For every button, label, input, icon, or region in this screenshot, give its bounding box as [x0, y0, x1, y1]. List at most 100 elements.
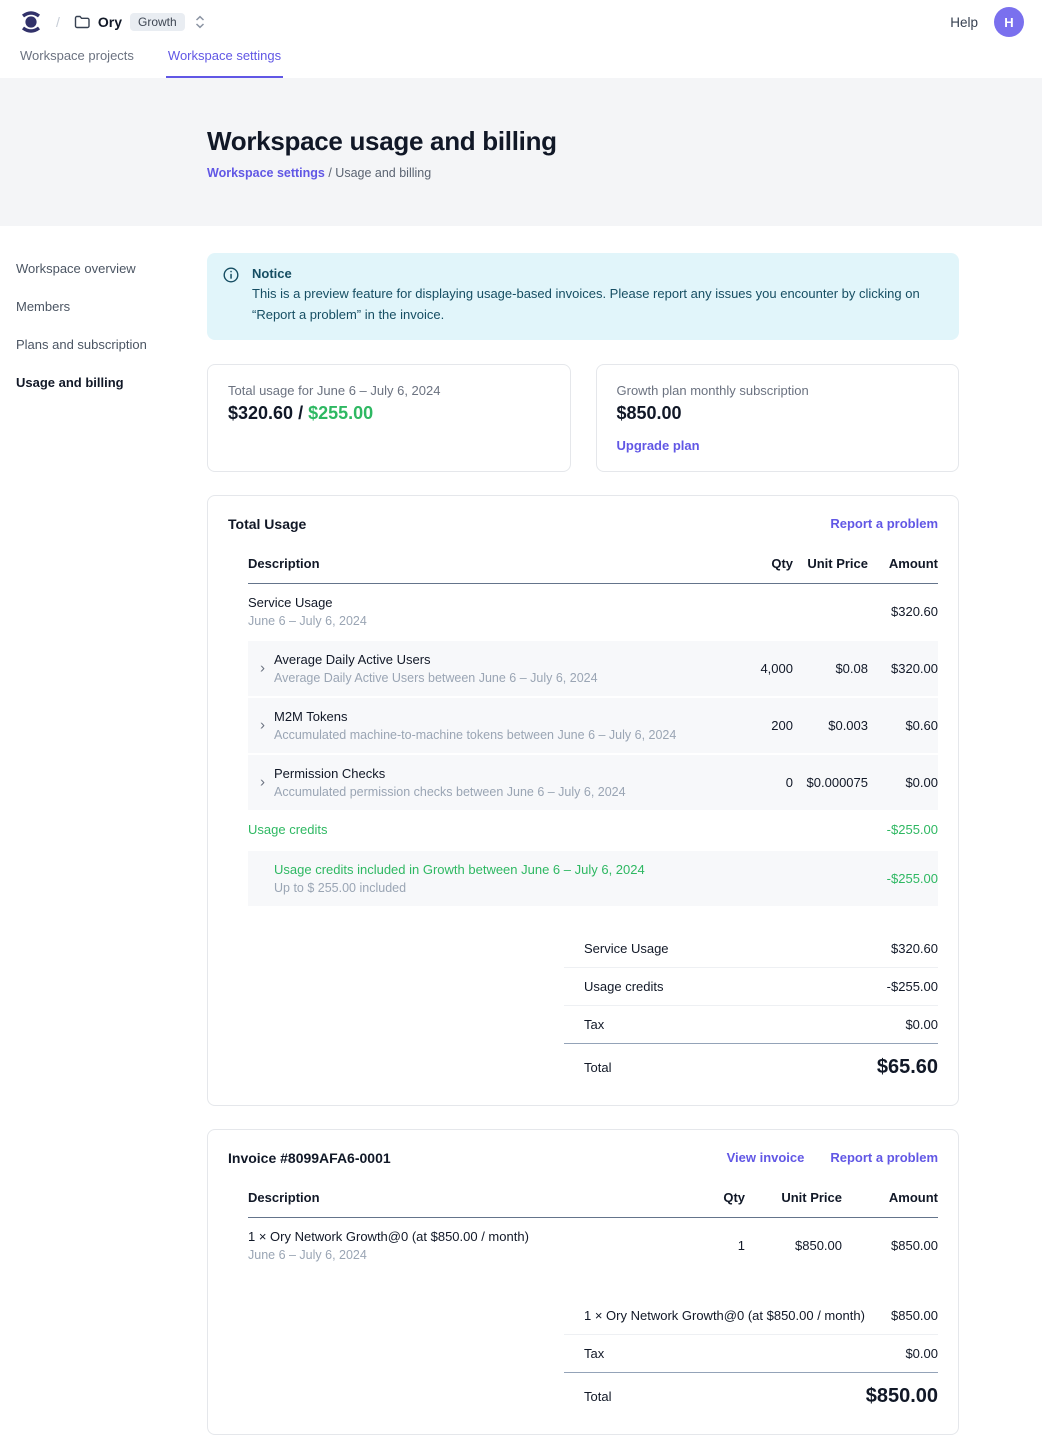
info-icon	[223, 267, 239, 326]
table-row: › M2M Tokens Accumulated machine-to-mach…	[248, 698, 938, 753]
breadcrumb: Workspace settings / Usage and billing	[207, 166, 1042, 180]
summary-label: Usage credits	[584, 979, 663, 994]
main-panel: Notice This is a preview feature for dis…	[207, 226, 959, 1451]
notice-content: Notice This is a preview feature for dis…	[252, 266, 943, 326]
invoice-summary: 1 × Ory Network Growth@0 (at $850.00 / m…	[564, 1297, 938, 1412]
invoice-report-problem-link[interactable]: Report a problem	[830, 1150, 938, 1165]
summary-value: $850.00	[891, 1308, 938, 1323]
table-row: Service Usage June 6 – July 6, 2024 $320…	[248, 584, 938, 639]
row-subtext: Average Daily Active Users between June …	[274, 671, 703, 685]
row-subtext: Accumulated permission checks between Ju…	[274, 785, 703, 799]
summary-cards: Total usage for June 6 – July 6, 2024 $3…	[207, 364, 959, 472]
row-unit-price: $0.003	[793, 718, 868, 733]
page: / Ory Growth Help H Workspace projects W…	[0, 0, 1042, 1451]
summary-total-row: Total $850.00	[564, 1373, 938, 1412]
sidebar-item-members[interactable]: Members	[16, 294, 207, 319]
row-name: 1 × Ory Network Growth@0 (at $850.00 / m…	[248, 1229, 655, 1244]
row-name: Average Daily Active Users	[274, 652, 703, 667]
summary-row: Tax $0.00	[564, 1006, 938, 1044]
breadcrumb-slash: /	[56, 14, 60, 30]
usage-card-header: Total Usage Report a problem	[228, 516, 938, 532]
row-amount: $320.00	[868, 661, 938, 676]
total-usage-card: Total usage for June 6 – July 6, 2024 $3…	[207, 364, 571, 472]
plan-badge: Growth	[130, 13, 185, 31]
col-amount: Amount	[868, 556, 938, 571]
col-description: Description	[248, 556, 703, 571]
col-amount: Amount	[842, 1190, 938, 1205]
total-usage-table-card: Total Usage Report a problem Description…	[207, 495, 959, 1106]
row-name: Service Usage	[248, 595, 703, 610]
usage-credit-amount: $255.00	[308, 403, 373, 423]
total-usage-label: Total usage for June 6 – July 6, 2024	[228, 383, 550, 398]
invoice-title: Invoice #8099AFA6-0001	[228, 1150, 391, 1166]
ory-logo-icon[interactable]	[18, 8, 44, 36]
row-name: M2M Tokens	[274, 709, 703, 724]
total-usage-value: $320.60 / $255.00	[228, 403, 550, 424]
folder-icon	[74, 15, 90, 29]
summary-value: $0.00	[905, 1346, 938, 1361]
view-invoice-link[interactable]: View invoice	[727, 1150, 805, 1165]
breadcrumb-separator: /	[325, 166, 335, 180]
chevron-right-icon[interactable]: ›	[256, 659, 269, 678]
table-row: 1 × Ory Network Growth@0 (at $850.00 / m…	[248, 1218, 938, 1273]
row-subtext: June 6 – July 6, 2024	[248, 1248, 655, 1262]
usage-separator: /	[293, 403, 308, 423]
row-subtext: Up to $ 255.00 included	[274, 881, 703, 895]
breadcrumb-workspace-settings-link[interactable]: Workspace settings	[207, 166, 325, 180]
row-name: Permission Checks	[274, 766, 703, 781]
table-row: Usage credits -$255.00	[248, 810, 938, 849]
summary-row: Usage credits -$255.00	[564, 968, 938, 1006]
table-row: Usage credits included in Growth between…	[248, 851, 938, 906]
content: Workspace overview Members Plans and sub…	[0, 226, 1042, 1451]
sidebar-item-usage-and-billing[interactable]: Usage and billing	[16, 370, 207, 395]
total-label: Total	[584, 1060, 611, 1075]
upgrade-plan-link[interactable]: Upgrade plan	[617, 438, 700, 453]
row-name: Usage credits included in Growth between…	[274, 862, 703, 877]
chevron-updown-icon	[195, 15, 205, 29]
summary-value: $0.00	[905, 1017, 938, 1032]
notice-body: This is a preview feature for displaying…	[252, 284, 943, 326]
col-description: Description	[248, 1190, 655, 1205]
usage-report-problem-link[interactable]: Report a problem	[830, 516, 938, 531]
workspace-name: Ory	[98, 14, 122, 30]
summary-label: Tax	[584, 1346, 604, 1361]
tab-workspace-projects[interactable]: Workspace projects	[18, 44, 136, 78]
usage-amount: $320.60	[228, 403, 293, 423]
invoice-table: Description Qty Unit Price Amount 1 × Or…	[248, 1184, 938, 1273]
summary-row: Tax $0.00	[564, 1335, 938, 1373]
total-value: $65.60	[877, 1056, 938, 1079]
breadcrumb-current: Usage and billing	[335, 166, 431, 180]
usage-card-title: Total Usage	[228, 516, 306, 532]
tab-workspace-settings[interactable]: Workspace settings	[166, 44, 283, 78]
invoice-card: Invoice #8099AFA6-0001 View invoice Repo…	[207, 1129, 959, 1435]
summary-value: -$255.00	[887, 979, 938, 994]
avatar[interactable]: H	[994, 7, 1024, 37]
usage-summary: Service Usage $320.60 Usage credits -$25…	[564, 930, 938, 1083]
chevron-right-icon[interactable]: ›	[256, 773, 269, 792]
row-qty: 200	[703, 718, 793, 733]
summary-label: Tax	[584, 1017, 604, 1032]
row-amount: -$255.00	[868, 871, 938, 886]
notice-title: Notice	[252, 266, 943, 281]
workspace-selector[interactable]: Ory Growth	[74, 13, 205, 31]
usage-table: Description Qty Unit Price Amount Servic…	[248, 550, 938, 906]
col-unit-price: Unit Price	[745, 1190, 842, 1205]
sidebar-item-plans-and-subscription[interactable]: Plans and subscription	[16, 332, 207, 357]
row-amount: -$255.00	[868, 822, 938, 837]
row-name: Usage credits	[248, 822, 703, 837]
row-unit-price: $0.000075	[793, 775, 868, 790]
help-link[interactable]: Help	[950, 15, 978, 30]
row-amount: $0.00	[868, 775, 938, 790]
plan-amount: $850.00	[617, 403, 939, 424]
summary-value: $320.60	[891, 941, 938, 956]
sidebar-item-workspace-overview[interactable]: Workspace overview	[16, 256, 207, 281]
summary-row: 1 × Ory Network Growth@0 (at $850.00 / m…	[564, 1297, 938, 1335]
invoice-card-header: Invoice #8099AFA6-0001 View invoice Repo…	[228, 1150, 938, 1166]
row-amount: $0.60	[868, 718, 938, 733]
top-bar: / Ory Growth Help H	[0, 0, 1042, 44]
plan-label: Growth plan monthly subscription	[617, 383, 939, 398]
workspace-tabs: Workspace projects Workspace settings	[0, 44, 1042, 78]
chevron-right-icon[interactable]: ›	[256, 716, 269, 735]
row-unit-price: $0.08	[793, 661, 868, 676]
summary-label: 1 × Ory Network Growth@0 (at $850.00 / m…	[584, 1308, 865, 1323]
